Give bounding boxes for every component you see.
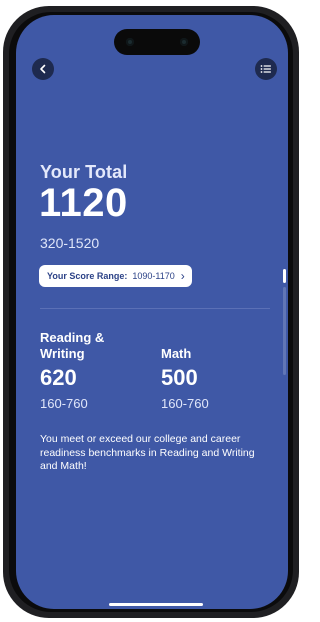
chevron-right-icon: › xyxy=(180,269,185,283)
camera-dot-icon xyxy=(126,38,134,46)
list-icon xyxy=(260,65,271,73)
sensor-dot-icon xyxy=(180,38,188,46)
back-button[interactable] xyxy=(32,58,54,80)
benchmark-message: You meet or exceed our college and caree… xyxy=(40,433,255,472)
score-range-label: Your Score Range: xyxy=(47,271,128,281)
section-title-math: Math xyxy=(161,346,191,362)
menu-button[interactable] xyxy=(255,58,277,80)
math-score: 500 xyxy=(161,365,198,390)
score-range-button[interactable]: Your Score Range: 1090-1170 › xyxy=(39,265,192,287)
chevron-left-icon xyxy=(40,64,46,74)
section-divider xyxy=(40,308,270,309)
section-title-line: Reading & xyxy=(40,330,105,345)
math-range: 160-760 xyxy=(161,396,209,411)
home-indicator[interactable] xyxy=(109,603,203,606)
scroll-track xyxy=(283,287,286,375)
scroll-thumb[interactable] xyxy=(283,269,286,283)
reading-writing-score: 620 xyxy=(40,365,77,390)
section-title-reading-writing: Reading & Writing xyxy=(40,330,104,362)
total-heading: Your Total xyxy=(40,162,128,182)
section-title-line: Writing xyxy=(40,346,85,361)
dynamic-island xyxy=(114,29,200,55)
total-score-range: 320-1520 xyxy=(40,235,100,251)
score-range-value: 1090-1170 xyxy=(132,271,175,281)
reading-writing-range: 160-760 xyxy=(40,396,88,411)
section-title-line: Math xyxy=(161,346,192,361)
total-score: 1120 xyxy=(39,181,128,225)
app-screen: Your Total 1120 320-1520 Your Score Rang… xyxy=(16,15,288,609)
